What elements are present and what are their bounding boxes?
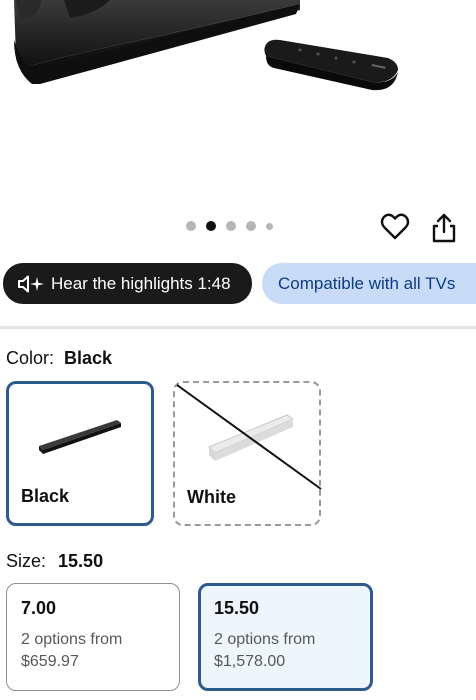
carousel-dot[interactable] — [186, 221, 196, 231]
size-selected-value: 15.50 — [58, 551, 104, 571]
size-option-options-text: 2 options from — [21, 631, 123, 648]
compatible-chip[interactable]: Compatible with all TVs — [262, 263, 476, 304]
speaker-sparkle-icon — [18, 275, 44, 292]
carousel-dot[interactable] — [266, 222, 273, 230]
section-divider — [0, 326, 476, 329]
hear-highlights-label: Hear the highlights 1:48 — [51, 273, 231, 293]
size-heading: Size: 15.50 — [6, 551, 103, 572]
share-button[interactable] — [431, 212, 457, 244]
unavailable-strike — [176, 384, 322, 490]
size-option-7[interactable]: 7.00 2 options from $659.97 — [6, 583, 180, 691]
carousel-dot[interactable] — [246, 221, 256, 231]
carousel-dot-active[interactable] — [206, 221, 216, 231]
favorite-button[interactable] — [380, 212, 410, 242]
size-option-15-50-selected[interactable]: 15.50 2 options from $1,578.00 — [198, 583, 373, 691]
black-soundbar-thumbnail — [39, 420, 121, 454]
heart-icon — [380, 213, 410, 240]
product-image[interactable] — [0, 0, 476, 205]
color-heading: Color: Black — [6, 348, 112, 369]
color-selected-value: Black — [64, 348, 113, 368]
size-option-options-text: 2 options from — [214, 631, 316, 648]
soundbar-image — [14, 0, 398, 91]
color-option-black[interactable]: Black — [6, 381, 154, 526]
size-option-size: 7.00 — [21, 598, 57, 618]
color-option-white-unavailable[interactable]: White — [173, 381, 322, 526]
color-label: Color: — [6, 348, 55, 368]
carousel-dots — [186, 221, 273, 231]
size-option-price: $1,578.00 — [214, 653, 286, 670]
chip-row: Hear the highlights 1:48 Compatible with… — [3, 262, 476, 306]
hear-highlights-chip[interactable]: Hear the highlights 1:48 — [3, 263, 252, 304]
color-option-label: White — [187, 487, 236, 507]
size-option-size: 15.50 — [214, 598, 260, 618]
share-icon — [432, 213, 456, 243]
carousel-dot[interactable] — [226, 221, 236, 231]
color-option-label: Black — [21, 486, 70, 506]
size-option-price: $659.97 — [21, 653, 79, 670]
size-label: Size: — [6, 551, 47, 571]
compatible-label: Compatible with all TVs — [278, 273, 456, 293]
